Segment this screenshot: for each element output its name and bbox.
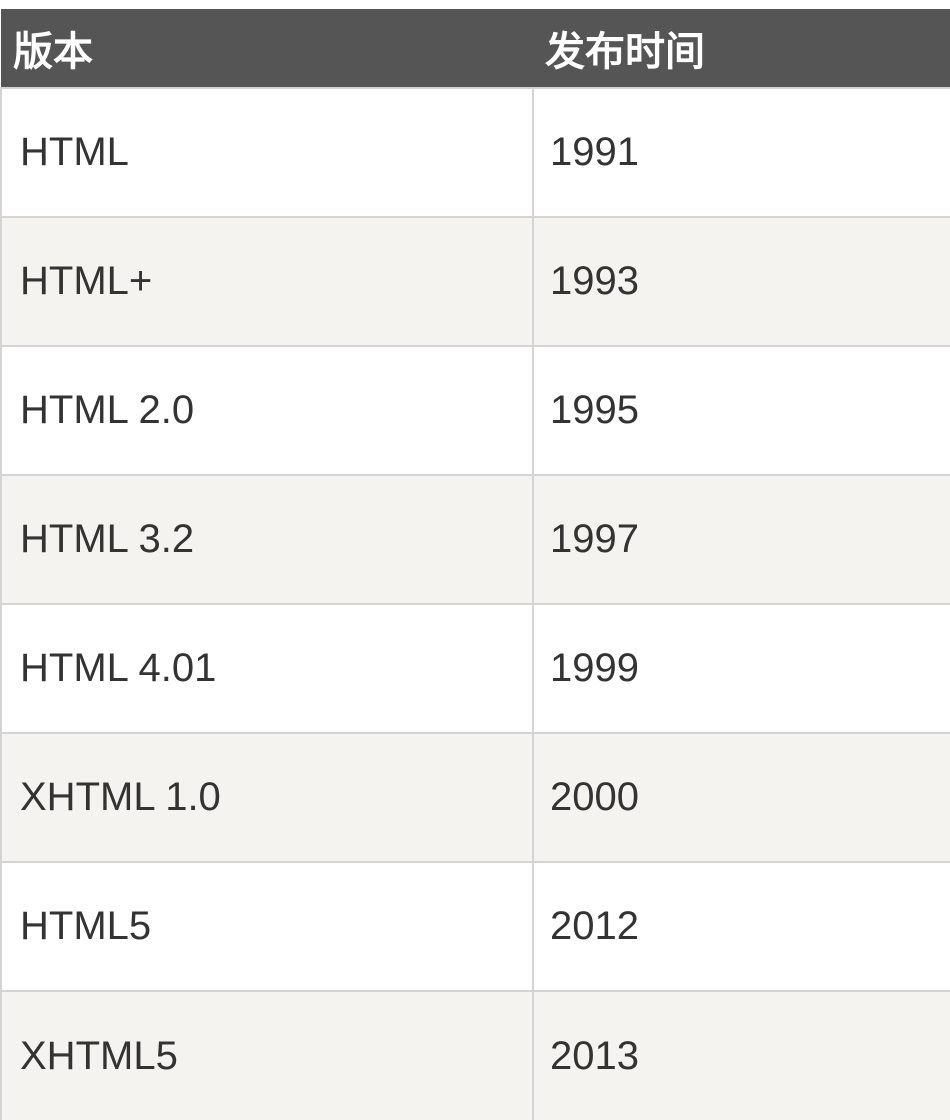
table-row: HTML+ 1993 [0, 216, 950, 346]
top-margin [0, 0, 950, 9]
table-row: XHTML 1.0 2000 [0, 732, 950, 862]
table-row: HTML 2.0 1995 [0, 345, 950, 475]
version-cell: XHTML 1.0 [0, 732, 534, 862]
table-row: HTML 1991 [0, 87, 950, 217]
year-cell: 1995 [533, 345, 950, 475]
table-header: 版本 发布时间 [1, 9, 950, 88]
version-cell: HTML 2.0 [0, 345, 534, 475]
version-cell: HTML 3.2 [0, 474, 534, 604]
year-cell: 1999 [533, 603, 950, 733]
year-cell: 1991 [533, 87, 950, 217]
table-body: HTML 1991 HTML+ 1993 HTML 2.0 1995 HTML … [0, 87, 950, 1120]
version-cell: XHTML5 [0, 990, 534, 1120]
version-cell: HTML [0, 87, 534, 217]
header-version: 版本 [1, 9, 533, 88]
year-cell: 2013 [533, 990, 950, 1120]
table-row: XHTML5 2013 [0, 990, 950, 1120]
year-cell: 2012 [533, 861, 950, 991]
table-row: HTML 4.01 1999 [0, 603, 950, 733]
header-release-date: 发布时间 [533, 9, 950, 88]
version-cell: HTML5 [0, 861, 534, 991]
version-cell: HTML 4.01 [0, 603, 534, 733]
table-row: HTML5 2012 [0, 861, 950, 991]
year-cell: 1993 [533, 216, 950, 346]
year-cell: 1997 [533, 474, 950, 604]
table-row: HTML 3.2 1997 [0, 474, 950, 604]
header-row: 版本 发布时间 [1, 9, 950, 88]
html-versions-table: 版本 发布时间 HTML 1991 HTML+ 1993 HTML 2.0 19… [0, 9, 950, 1120]
year-cell: 2000 [533, 732, 950, 862]
version-cell: HTML+ [0, 216, 534, 346]
